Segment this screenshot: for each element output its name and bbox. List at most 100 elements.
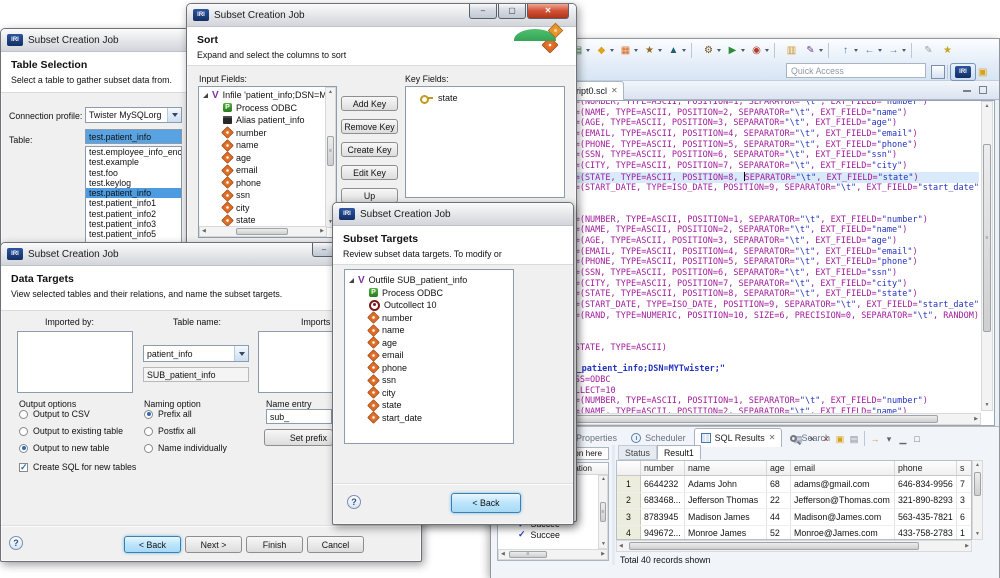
key-field-item[interactable]: state [406,87,564,103]
settings-icon[interactable]: ⚙ [699,43,723,58]
chevron-down-icon[interactable] [717,49,721,52]
tree-item[interactable]: email [199,164,336,177]
pin-icon[interactable]: ▤ [791,432,805,446]
back-button[interactable]: < Back [451,493,521,513]
chevron-down-icon[interactable] [167,108,181,122]
output-option-radio[interactable]: Output to CSV [19,409,90,419]
output-option-radio[interactable]: Output to existing table [19,426,123,436]
result-tab[interactable]: Status [618,445,657,460]
last-edit-icon[interactable]: ✎ [919,43,938,58]
resource-perspective-icon[interactable]: ▣ [978,67,987,78]
output-option-radio[interactable]: Output to new table [19,443,109,453]
status-horizontal-scrollbar[interactable]: ◀ ▶ ≡ [498,549,608,560]
scrollbar-thumb[interactable] [236,228,288,235]
naming-option-radio[interactable]: Name individually [144,443,227,453]
status-vertical-scrollbar[interactable]: ▲ ▼ ≡ [598,475,608,549]
editor-vertical-scrollbar[interactable]: ▲ ▼ ≡ [981,101,993,411]
title-bar[interactable]: IRI Subset Creation Job [1,29,189,52]
scroll-down-icon[interactable]: ▼ [601,542,606,547]
target-table-field[interactable]: SUB_patient_info [143,367,249,382]
tree-item[interactable]: city [199,202,336,215]
minimize-view-icon[interactable] [963,89,971,92]
table-list-item[interactable]: test.keylog [86,178,181,188]
key-action-button[interactable]: Remove Key [341,119,398,134]
terminate-icon[interactable]: × [805,432,819,446]
status-row[interactable]: ✓ Succee [498,529,598,540]
chevron-down-icon[interactable] [819,49,823,52]
tree-item[interactable]: Process ODBC [345,287,513,300]
connection-profile-select[interactable]: Twister MySQLorg [85,107,182,123]
maximize-panel-icon[interactable]: □ [910,432,924,446]
chevron-down-icon[interactable] [741,49,745,52]
minimize-button[interactable]: – [469,4,497,19]
tree-item[interactable]: Infile 'patient_info;DSN=M [199,89,336,102]
chevron-down-icon[interactable] [765,49,769,52]
tree-item[interactable]: number [345,312,513,325]
table-row[interactable]: 2683468...Jefferson Thomas22Jefferson@Th… [617,493,971,510]
table-list-item[interactable]: test.example [86,157,181,167]
maximize-view-icon[interactable] [979,86,987,94]
table-list-item[interactable]: test.foo [86,168,181,178]
maximize-button[interactable]: ▢ [498,4,526,19]
key-action-button[interactable]: Up [341,188,398,203]
table-row[interactable]: 4949672...Monroe James52Monroe@James.com… [617,526,971,541]
results-column-header[interactable] [617,461,641,475]
table-list-item[interactable]: test.patient_info3 [86,219,181,229]
migrate-icon[interactable]: ▦ [616,43,640,58]
tree-item[interactable]: Outfile SUB_patient_info [345,274,513,287]
results-column-header[interactable]: phone [895,461,957,475]
table-list-item[interactable]: test.patient_info2 [86,209,181,219]
edit-script-icon[interactable]: ✎ [801,43,825,58]
key-action-button[interactable]: Create Key [341,142,398,157]
wizard-button[interactable]: < Back [124,536,181,553]
chevron-down-icon[interactable] [854,49,858,52]
naming-option-radio[interactable]: Prefix all [144,409,192,419]
chevron-down-icon[interactable] [682,49,686,52]
key-fields-list[interactable]: state [405,86,565,198]
protect-icon[interactable]: ◆ [592,43,616,58]
favorites-icon[interactable]: ★ [640,43,664,58]
open-perspective-icon[interactable] [931,65,945,79]
results-column-header[interactable]: age [767,461,791,475]
tree-item[interactable]: Process ODBC [199,102,336,115]
forward-icon[interactable]: → [884,43,908,58]
scrollbar-thumb[interactable]: ≡ [983,144,991,332]
chevron-down-icon[interactable] [658,49,662,52]
target-icon[interactable]: ◉ [747,43,771,58]
chevron-down-icon[interactable] [878,49,882,52]
view-menu-icon[interactable]: ▾ [882,432,896,446]
title-bar[interactable]: IRI Subset Creation Job [333,203,573,226]
imported-by-list[interactable] [17,331,133,393]
scroll-down-icon[interactable]: ▼ [985,403,990,408]
close-icon[interactable]: ✕ [769,434,776,442]
expand-arrow-icon[interactable] [349,278,354,283]
scroll-right-icon[interactable]: ▶ [974,417,978,422]
quick-access-input[interactable] [786,63,926,78]
highlight-icon[interactable]: ★ [938,43,957,58]
export-icon[interactable]: ▥ [782,43,801,58]
scrollbar-thumb[interactable] [629,542,919,550]
table-row[interactable]: 38783945Madison James44Madison@James.com… [617,509,971,526]
key-action-button[interactable]: Edit Key [341,165,398,180]
scrollbar-thumb[interactable] [974,472,981,496]
save-log-icon[interactable]: ▤ [847,432,861,446]
subset-targets-tree[interactable]: Outfile SUB_patient_info Process ODBC Ou… [344,269,514,444]
help-button[interactable]: ? [347,495,361,509]
tree-item[interactable]: ssn [345,374,513,387]
create-sql-checkbox[interactable]: Create SQL for new tables [19,462,136,472]
input-fields-tree[interactable]: Infile 'patient_info;DSN=M Process ODBC … [198,86,337,238]
chevron-down-icon[interactable] [634,49,638,52]
tree-item[interactable]: age [199,152,336,165]
new-file-icon[interactable]: ▣ [833,432,847,446]
scrollbar-thumb[interactable]: ≡ [327,136,334,166]
wizard-button[interactable]: Next > [185,536,242,553]
pane-splitter[interactable] [612,445,615,565]
name-entry-field[interactable]: sub_ [266,409,332,424]
tree-item[interactable]: name [199,139,336,152]
tree-item[interactable]: Alias patient_info [199,114,336,127]
table-list-item[interactable]: test.patient_info [86,188,181,198]
expand-arrow-icon[interactable] [203,93,208,98]
scroll-left-icon[interactable]: ◀ [501,552,505,557]
help-button[interactable]: ? [9,536,23,550]
scroll-left-icon[interactable]: ◀ [202,229,206,234]
